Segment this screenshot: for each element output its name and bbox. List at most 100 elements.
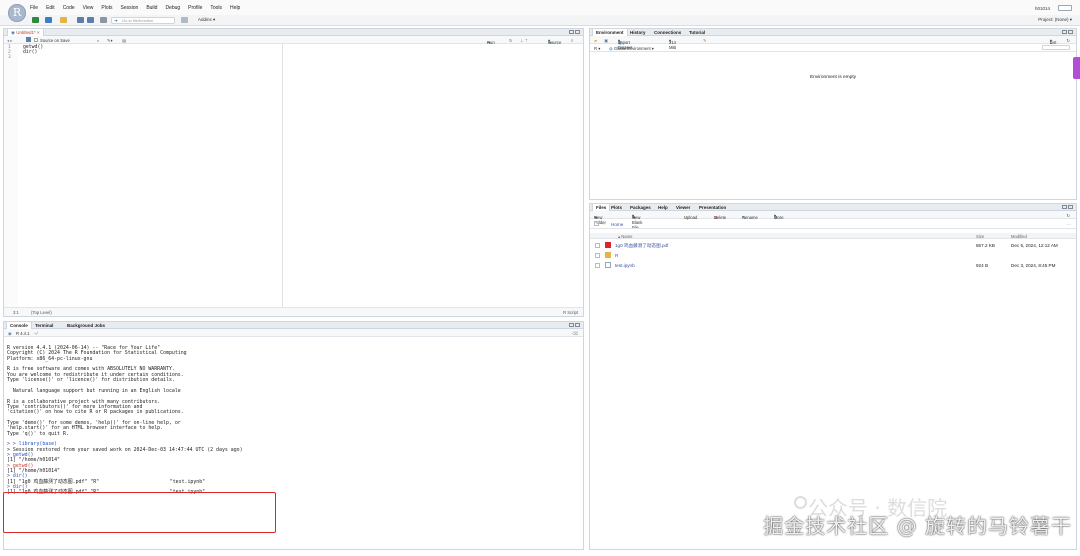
save-file-icon[interactable] <box>26 37 31 42</box>
file-checkbox[interactable] <box>595 263 600 268</box>
menu-item-file[interactable]: File <box>30 5 38 11</box>
addins-menu[interactable]: Addins ▾ <box>198 17 215 23</box>
environment-pane-controls[interactable] <box>1061 30 1073 35</box>
tab-help[interactable]: Help <box>655 204 671 211</box>
maximize-icon[interactable] <box>1068 205 1073 209</box>
refresh-icon[interactable]: ↻ <box>1066 213 1070 218</box>
menu-item-view[interactable]: View <box>83 5 94 11</box>
tab-terminal[interactable]: Terminal <box>32 322 56 329</box>
breadcrumb: ⌂ Home … <box>590 219 1076 229</box>
import-dataset-button[interactable]: ▦ Import Dataset ▾ <box>618 38 632 50</box>
minimize-icon[interactable] <box>1062 30 1067 34</box>
source-button[interactable]: ➜ Source ▾ <box>548 38 561 45</box>
menu-item-edit[interactable]: Edit <box>46 5 55 11</box>
clear-console-icon[interactable]: ⌫ <box>572 331 578 336</box>
refresh-icon[interactable]: ↻ <box>1066 38 1070 43</box>
source-on-save-label: Source on Save <box>40 38 70 43</box>
file-row[interactable]: R <box>590 250 1076 260</box>
file-row[interactable]: 1g0 鸡血藤测了动态图.pdf 867.2 KB Dec 5, 2024, 12:… <box>590 240 1076 250</box>
project-menu[interactable]: Project: (None) ▾ <box>1038 17 1072 23</box>
column-modified[interactable]: Modified <box>1011 234 1027 239</box>
side-plugin-tab[interactable] <box>1073 57 1080 79</box>
maximize-icon[interactable] <box>575 323 580 327</box>
save-all-icon[interactable] <box>87 17 94 23</box>
search-icon[interactable]: ⌕ <box>97 38 99 43</box>
tab-environment[interactable]: Environment <box>592 29 628 36</box>
source-statusbar: 3:1 (Top Level) R Script <box>4 307 583 316</box>
file-checkbox[interactable] <box>595 243 600 248</box>
menu-item-session[interactable]: Session <box>121 5 139 11</box>
minimize-icon[interactable] <box>569 30 574 34</box>
load-workspace-icon[interactable]: ▰ <box>594 38 597 43</box>
files-pane-controls[interactable] <box>1061 205 1073 210</box>
tab-background-jobs[interactable]: Background Jobs <box>64 322 108 329</box>
minimize-icon[interactable] <box>1062 205 1067 209</box>
back-arrow-icon[interactable]: ◂ ▸ <box>7 38 12 43</box>
menu-item-code[interactable]: Code <box>63 5 75 11</box>
tab-plots[interactable]: Plots <box>608 204 625 211</box>
file-row[interactable]: test.ipynb 924 B Dec 3, 2024, 8:45 PM <box>590 260 1076 270</box>
grid-icon[interactable] <box>181 17 188 23</box>
save-workspace-icon[interactable]: ▣ <box>604 38 608 43</box>
minimize-icon[interactable] <box>569 323 574 327</box>
file-name[interactable]: 1g0 鸡血藤测了动态图.pdf <box>615 243 668 249</box>
maximize-icon[interactable] <box>1068 30 1073 34</box>
tab-presentation[interactable]: Presentation <box>696 204 729 211</box>
list-view-select[interactable]: ≡ List ▾ <box>1050 38 1057 45</box>
notebook-icon[interactable]: ▤ <box>122 38 126 43</box>
new-file-icon[interactable] <box>32 17 39 23</box>
maximize-icon[interactable] <box>575 30 580 34</box>
select-all-checkbox[interactable] <box>594 221 599 226</box>
menu-item-tools[interactable]: Tools <box>210 5 222 11</box>
menu-item-plots[interactable]: Plots <box>101 5 112 11</box>
file-type-indicator[interactable]: R Script <box>563 310 578 315</box>
r-logo: R <box>8 4 26 22</box>
close-icon[interactable]: × <box>37 30 40 35</box>
tab-viewer[interactable]: Viewer <box>673 204 693 211</box>
tab-untitled1[interactable]: ◉ Untitled1* × <box>7 29 44 36</box>
r-version-label: R 4.4.1 <box>16 331 30 336</box>
tab-history[interactable]: History <box>627 29 649 36</box>
language-select[interactable]: R ▾ <box>594 46 600 51</box>
menu-item-profile[interactable]: Profile <box>188 5 202 11</box>
menu-item-build[interactable]: Build <box>146 5 157 11</box>
print-icon[interactable] <box>100 17 107 23</box>
file-checkbox[interactable] <box>595 253 600 258</box>
rerun-icon[interactable]: ↻ <box>509 38 513 43</box>
console-output-line: Platform: x86_64-pc-linux-gnu <box>7 355 93 362</box>
more-path-icon[interactable]: … <box>1066 221 1071 226</box>
console-path[interactable]: ~/ <box>34 331 38 336</box>
broom-icon[interactable]: ✎ <box>703 38 707 43</box>
tab-tutorial[interactable]: Tutorial <box>686 29 708 36</box>
console-pane-controls[interactable] <box>568 323 580 328</box>
menu-item-debug[interactable]: Debug <box>165 5 180 11</box>
outline-icon[interactable]: ≡ <box>571 38 573 43</box>
menu-item-help[interactable]: Help <box>230 5 240 11</box>
goto-file-input[interactable]: Go to file/function <box>111 17 175 24</box>
tab-packages[interactable]: Packages <box>627 204 654 211</box>
breadcrumb-home[interactable]: Home <box>611 222 623 227</box>
scope-select[interactable]: ◍ Global Environment ▾ <box>609 46 654 51</box>
more-button[interactable]: ⚙ More ▾ <box>774 213 784 220</box>
file-name[interactable]: R <box>615 253 618 258</box>
window-control-icon[interactable] <box>1058 5 1072 11</box>
code-line[interactable]: dir() <box>23 50 37 55</box>
source-on-save-checkbox[interactable] <box>34 37 38 42</box>
column-name[interactable]: ▴ Name <box>618 234 632 239</box>
wand-icon[interactable]: ✎▾ <box>107 38 113 43</box>
memory-usage[interactable]: ◔ 214 MiB ▾ <box>669 38 676 50</box>
jump-icon[interactable]: ⇣ ⇡ <box>520 38 528 43</box>
file-name[interactable]: test.ipynb <box>615 263 635 268</box>
save-icon[interactable] <box>77 17 84 23</box>
tab-console[interactable]: Console <box>6 322 32 329</box>
open-file-icon[interactable] <box>60 17 67 23</box>
environment-search-input[interactable] <box>1042 45 1070 50</box>
home-icon[interactable]: ⌂ <box>602 221 605 226</box>
column-size[interactable]: Size <box>976 234 984 239</box>
code-editor[interactable]: 123 getwd() dir() <box>4 44 282 307</box>
new-project-icon[interactable] <box>45 17 52 23</box>
source-pane-controls[interactable] <box>568 30 580 35</box>
new-blank-file-button[interactable]: ✚ New Blank File ▾ <box>632 213 642 230</box>
scope-indicator[interactable]: (Top Level) <box>31 310 52 315</box>
tab-connections[interactable]: Connections <box>651 29 684 36</box>
